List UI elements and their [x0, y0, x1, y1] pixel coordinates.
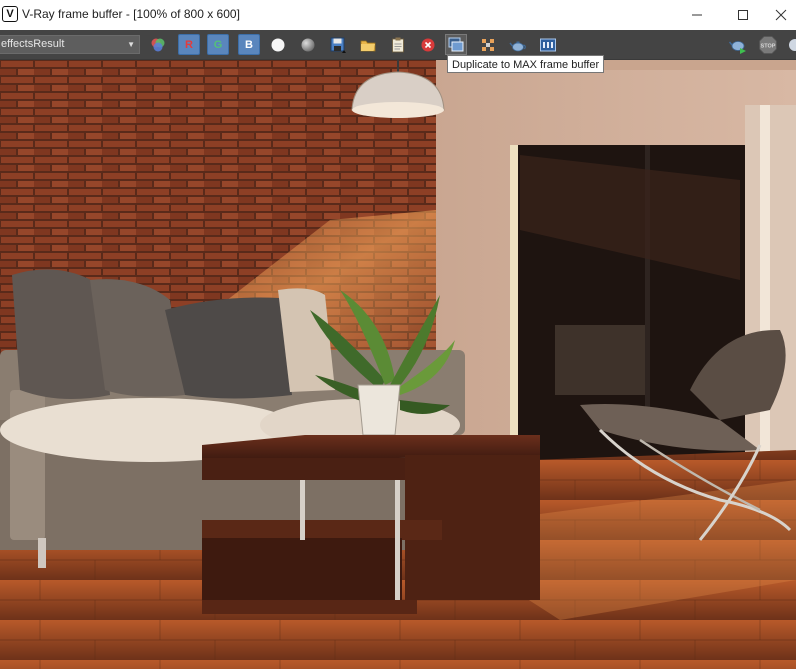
- clipboard-icon: [392, 37, 404, 52]
- region-render-icon: [482, 38, 494, 51]
- overflow-icon: [789, 38, 796, 51]
- render-button[interactable]: [727, 34, 749, 55]
- minimize-button[interactable]: [674, 0, 720, 30]
- lamp-opening: [352, 102, 444, 118]
- save-icon: [330, 37, 346, 53]
- color-channels-icon: [151, 38, 165, 51]
- red-x-icon: [421, 38, 435, 51]
- stop-render-button[interactable]: STOP: [757, 34, 779, 55]
- white-circle-icon: [271, 38, 285, 51]
- frame-buffer-toolbar: effectsResult ▼ R G B STOP: [0, 30, 796, 60]
- maximize-icon: [738, 10, 748, 20]
- stop-clear-button[interactable]: [417, 34, 439, 55]
- color-channels-button[interactable]: [147, 34, 169, 55]
- duplicate-to-max-button[interactable]: [445, 34, 467, 55]
- coffee-table: [202, 435, 540, 614]
- render-channel-value: effectsResult: [1, 38, 65, 50]
- close-button[interactable]: [766, 0, 796, 30]
- green-channel-button[interactable]: G: [207, 34, 229, 55]
- clear-image-button[interactable]: [387, 34, 409, 55]
- vray-frame-buffer-window: V V-Ray frame buffer - [100% of 800 x 60…: [0, 0, 796, 669]
- teapot-icon: [509, 41, 526, 51]
- interior-render-scene: [0, 60, 796, 669]
- more-toolbar-button[interactable]: [786, 34, 796, 55]
- plant-pot: [357, 384, 401, 436]
- render-last-button[interactable]: [507, 34, 529, 55]
- load-image-button[interactable]: [357, 34, 379, 55]
- sofa-leg: [38, 538, 46, 568]
- region-render-button[interactable]: [477, 34, 499, 55]
- history-icon: [540, 38, 556, 51]
- stop-label: STOP: [761, 43, 776, 49]
- blue-channel-button[interactable]: B: [238, 34, 260, 55]
- pillow-houndstooth: [165, 297, 292, 399]
- close-icon: [775, 9, 787, 21]
- maximize-button[interactable]: [720, 0, 766, 30]
- duplicate-tooltip: Duplicate to MAX frame buffer: [447, 55, 605, 73]
- rendered-image: [0, 60, 796, 669]
- alpha-view-button[interactable]: [297, 34, 319, 55]
- folder-icon: [360, 40, 376, 51]
- door-frame-left: [510, 145, 518, 465]
- reflected-sofa: [555, 325, 645, 395]
- vray-logo-icon: V: [2, 6, 18, 22]
- render-channel-dropdown[interactable]: effectsResult ▼: [0, 35, 140, 54]
- grey-circle-icon: [301, 38, 315, 51]
- title-bar: V V-Ray frame buffer - [100% of 800 x 60…: [0, 0, 796, 30]
- red-channel-button[interactable]: R: [178, 34, 200, 55]
- mono-view-button[interactable]: [267, 34, 289, 55]
- render-history-button[interactable]: [537, 34, 559, 55]
- window-title: V-Ray frame buffer - [100% of 800 x 600]: [22, 7, 240, 21]
- stop-icon: STOP: [759, 35, 777, 54]
- duplicate-to-max-icon: [448, 37, 464, 51]
- vray-logo-glyph: V: [6, 7, 14, 20]
- chevron-down-icon: ▼: [127, 40, 135, 49]
- save-image-button[interactable]: [327, 34, 349, 55]
- render-teapot-icon: [728, 40, 746, 54]
- minimize-icon: [692, 14, 702, 16]
